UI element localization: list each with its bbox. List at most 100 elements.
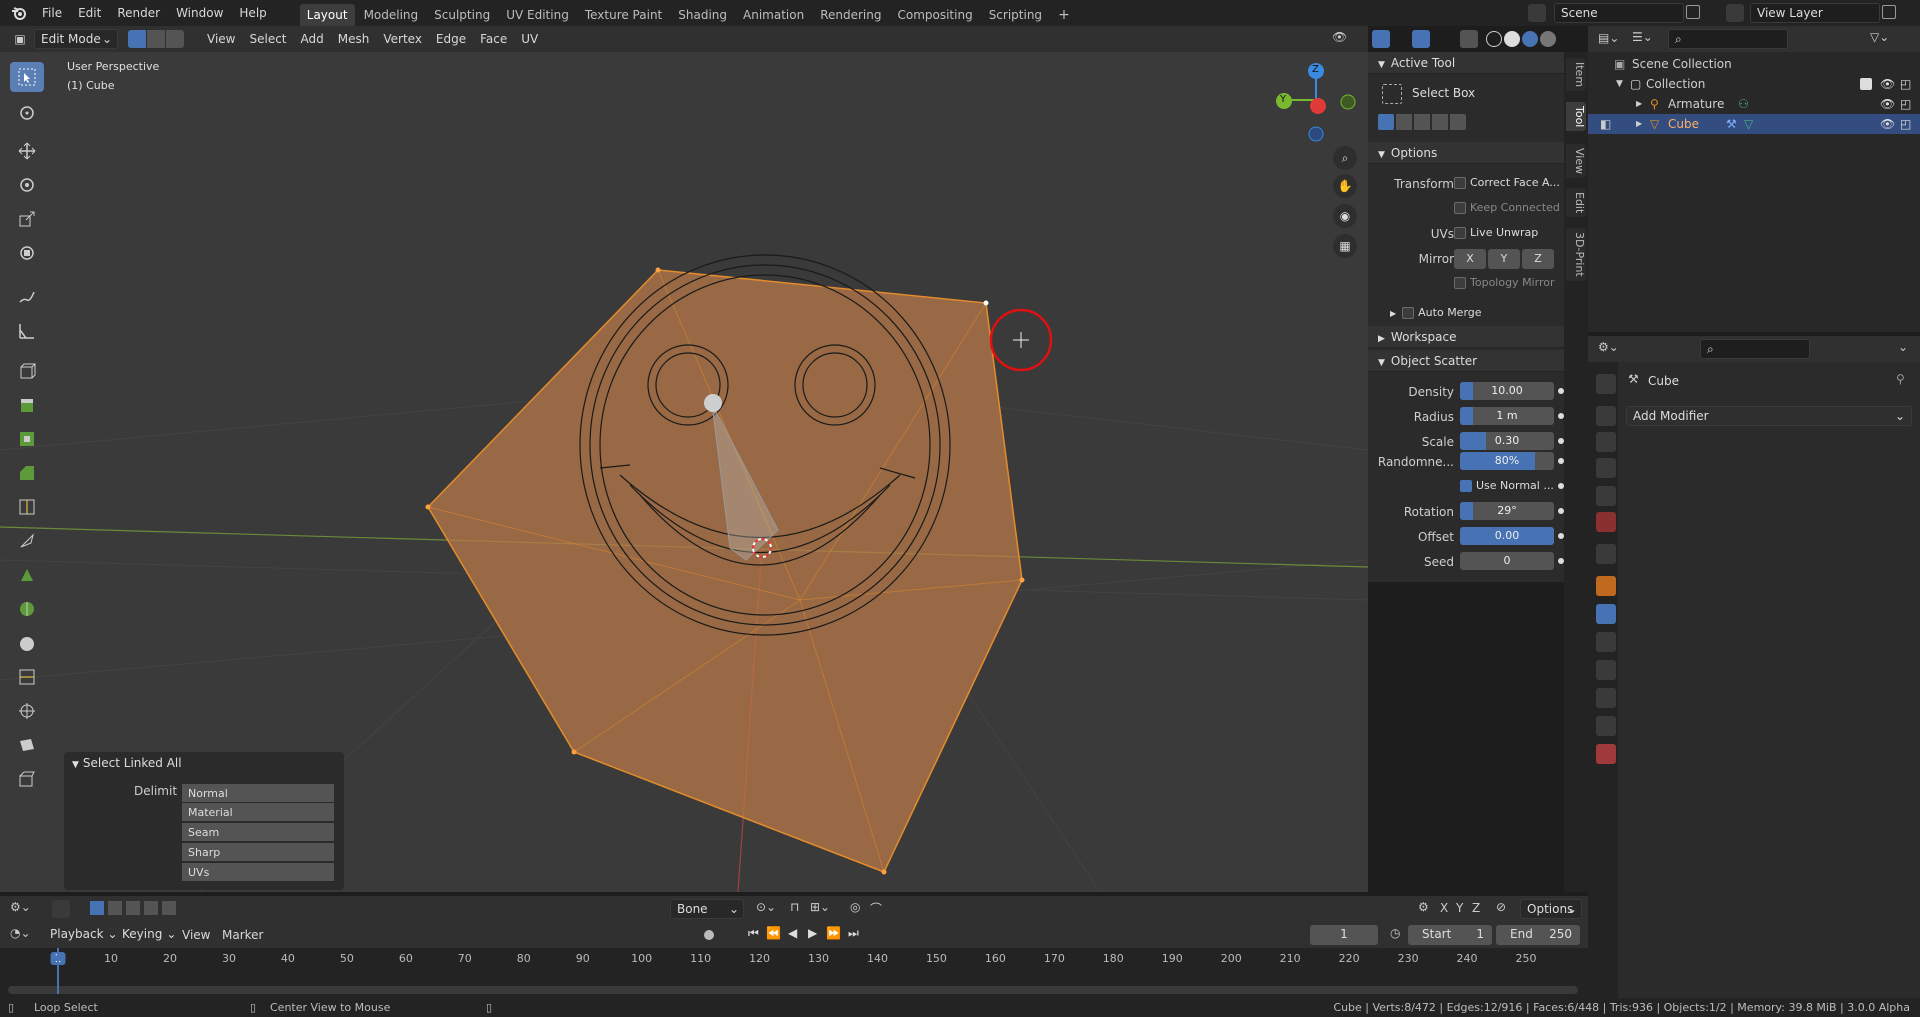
select-mode-invert-icon[interactable] xyxy=(1432,114,1448,130)
rotate-tool-icon[interactable] xyxy=(10,170,44,200)
auto-merge-checkbox[interactable]: ▶ Auto Merge xyxy=(1390,306,1482,319)
outliner-display-mode-icon[interactable]: ☰⌄ xyxy=(1632,30,1662,48)
poly-build-tool-icon[interactable] xyxy=(10,560,44,590)
constraint-properties-icon[interactable] xyxy=(1596,688,1616,708)
tab-uv-editing[interactable]: UV Editing xyxy=(499,4,576,26)
extrude-tool-icon[interactable] xyxy=(10,390,44,420)
tab-shading[interactable]: Shading xyxy=(671,4,734,26)
select-mode-extend-icon[interactable] xyxy=(1396,114,1412,130)
options-dropdown[interactable]: Options ⌄ xyxy=(1520,899,1582,919)
material-properties-icon[interactable] xyxy=(1596,744,1616,764)
knife-tool-icon[interactable] xyxy=(10,526,44,556)
mirror-z-button[interactable]: Z xyxy=(1522,249,1554,269)
select-box-icon[interactable] xyxy=(1382,84,1402,104)
footer-axis-y[interactable]: Y xyxy=(1456,901,1463,915)
world-properties-icon[interactable] xyxy=(1596,512,1616,532)
tab-item[interactable]: Item xyxy=(1566,58,1586,92)
tab-view[interactable]: View xyxy=(1566,144,1586,179)
scale-slider[interactable]: 0.30 xyxy=(1460,432,1554,450)
cube-visibility-icon[interactable]: 👁 xyxy=(1880,114,1895,134)
tab-compositing[interactable]: Compositing xyxy=(890,4,979,26)
rotation-slider[interactable]: 29° xyxy=(1460,502,1554,520)
menu-window[interactable]: Window xyxy=(168,0,231,26)
wireframe-shading-icon[interactable] xyxy=(1486,31,1502,47)
gizmo-toggle-icon[interactable] xyxy=(1372,30,1390,48)
proportional-edit-icon[interactable]: ◎ xyxy=(850,900,860,914)
tool-properties-icon[interactable] xyxy=(1596,374,1616,394)
mode-select[interactable]: Edit Mode ⌄ xyxy=(34,29,118,49)
ortho-grid-icon[interactable]: ▦ xyxy=(1333,234,1357,258)
keying-menu[interactable]: Keying ⌄ xyxy=(116,925,176,945)
tab-3d-print[interactable]: 3D-Print xyxy=(1566,228,1586,281)
cursor-tool-icon[interactable] xyxy=(10,98,44,128)
armature-render-icon[interactable]: ◰ xyxy=(1900,94,1911,114)
scene-field[interactable]: Scene xyxy=(1554,3,1684,23)
loop-cut-tool-icon[interactable] xyxy=(10,492,44,522)
tab-layout[interactable]: Layout xyxy=(299,4,355,26)
offset-slider[interactable]: 0.00 xyxy=(1460,527,1554,545)
play-reverse-icon[interactable]: ◀ xyxy=(788,926,797,940)
menu-select[interactable]: Select xyxy=(242,32,293,46)
current-frame-field[interactable]: 1 xyxy=(1310,925,1378,945)
annotate-tool-icon[interactable] xyxy=(10,282,44,312)
jump-keyframe-back-icon[interactable]: ⏪ xyxy=(766,926,781,940)
zoom-icon[interactable]: ⌕ xyxy=(1333,146,1357,170)
camera-view-icon[interactable]: ◉ xyxy=(1333,204,1357,228)
footer-editor-icon[interactable]: ⚙⌄ xyxy=(10,900,31,914)
bone-select[interactable]: Bone ⌄ xyxy=(670,899,744,919)
footer-mode-invert-icon[interactable] xyxy=(144,901,158,915)
tab-scripting[interactable]: Scripting xyxy=(982,4,1049,26)
render-properties-icon[interactable] xyxy=(1596,406,1616,426)
footer-extra-icon[interactable]: ⊘ xyxy=(1496,900,1506,914)
menu-face[interactable]: Face xyxy=(473,32,514,46)
timeline-view-menu[interactable]: View xyxy=(182,928,210,942)
pin-icon[interactable]: ⚲ xyxy=(1896,372,1905,386)
randomness-slider[interactable]: 80% xyxy=(1460,452,1554,470)
object-scatter-header[interactable]: ▼ Object Scatter xyxy=(1368,350,1564,372)
add-workspace-button[interactable]: + xyxy=(1051,4,1077,26)
footer-mode-extend-icon[interactable] xyxy=(108,901,122,915)
falloff-icon[interactable]: ⌒ xyxy=(870,900,882,917)
menu-help[interactable]: Help xyxy=(231,0,274,26)
transform-tool-icon[interactable] xyxy=(10,238,44,268)
active-tool-header[interactable]: ▼ Active Tool xyxy=(1368,52,1564,74)
view-layer-field[interactable]: View Layer xyxy=(1750,3,1880,23)
collection-render-icon[interactable]: ◰ xyxy=(1900,74,1911,94)
tab-rendering[interactable]: Rendering xyxy=(813,4,888,26)
collection-properties-icon[interactable] xyxy=(1596,544,1616,564)
delimit-normal-button[interactable]: Normal xyxy=(182,784,334,803)
outliner-search-input[interactable]: ⌕ xyxy=(1668,29,1788,49)
editor-type-icon[interactable]: ▣ xyxy=(6,29,34,49)
face-select-mode-icon[interactable] xyxy=(166,30,184,48)
cube-render-icon[interactable]: ◰ xyxy=(1900,114,1911,134)
filter-icon[interactable]: ▽⌄ xyxy=(1870,30,1900,48)
snap-target-icon[interactable]: ⊞⌄ xyxy=(810,900,830,914)
menu-add[interactable]: Add xyxy=(294,32,331,46)
scene-collection-label[interactable]: Scene Collection xyxy=(1632,54,1732,74)
select-mode-new-icon[interactable] xyxy=(1378,114,1394,130)
cube-expand-icon[interactable]: ▶ xyxy=(1636,114,1642,134)
footer-mode-intersect-icon[interactable] xyxy=(162,901,176,915)
select-mode-intersect-icon[interactable] xyxy=(1450,114,1466,130)
options-header[interactable]: ▼ Options xyxy=(1368,142,1564,164)
tab-edit[interactable]: Edit xyxy=(1566,188,1586,218)
physics-properties-icon[interactable] xyxy=(1596,660,1616,680)
scene-icon[interactable] xyxy=(1528,4,1546,22)
preview-range-icon[interactable]: ◷ xyxy=(1390,926,1400,940)
collection-include-checkbox[interactable] xyxy=(1860,78,1872,90)
jump-start-icon[interactable]: ⏮ xyxy=(748,926,759,941)
mirror-options-icon[interactable]: ⚙ xyxy=(1418,900,1429,914)
seed-field[interactable]: 0 xyxy=(1460,552,1554,570)
rip-tool-icon[interactable] xyxy=(10,764,44,794)
particle-properties-icon[interactable] xyxy=(1596,632,1616,652)
inset-tool-icon[interactable] xyxy=(10,424,44,454)
armature-label[interactable]: Armature xyxy=(1668,94,1724,114)
menu-edge[interactable]: Edge xyxy=(429,32,473,46)
menu-edit[interactable]: Edit xyxy=(70,0,109,26)
footer-axis-z[interactable]: Z xyxy=(1472,901,1480,915)
xray-icon[interactable] xyxy=(1460,30,1478,48)
tab-modeling[interactable]: Modeling xyxy=(357,4,426,26)
copy-view-layer-icon[interactable] xyxy=(1882,5,1896,19)
visibility-icon[interactable]: 👁 xyxy=(1332,30,1352,48)
properties-options-icon[interactable]: ⌄ xyxy=(1898,340,1908,354)
